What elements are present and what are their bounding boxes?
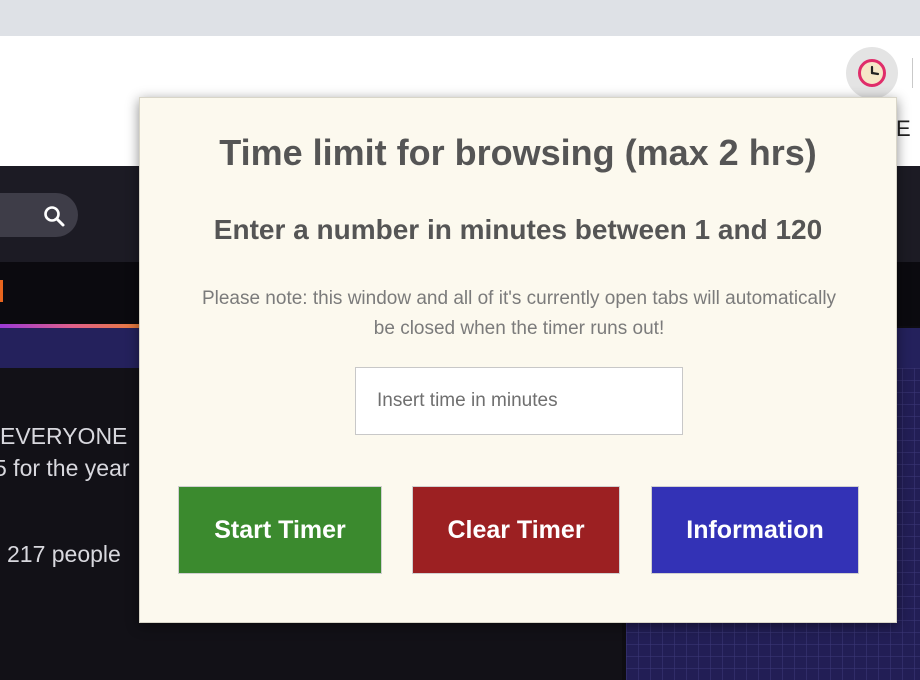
toolbar-partial-label: E xyxy=(896,116,911,141)
search-icon[interactable] xyxy=(42,204,66,233)
nav-active-marker xyxy=(0,280,3,302)
toolbar-divider xyxy=(912,58,913,88)
popup-subtitle: Enter a number in minutes between 1 and … xyxy=(213,214,823,245)
site-search-bar[interactable] xyxy=(0,193,78,237)
time-minutes-input[interactable] xyxy=(355,367,683,435)
background-text-line: EVERYONE xyxy=(0,423,128,449)
background-text-line: 217 people xyxy=(7,541,121,567)
clear-timer-button[interactable]: Clear Timer xyxy=(412,486,620,574)
popup-note: Please note: this window and all of it's… xyxy=(201,288,837,339)
clock-icon xyxy=(858,59,886,87)
information-button[interactable]: Information xyxy=(651,486,859,574)
extension-button[interactable] xyxy=(846,47,898,99)
timer-popup: Time limit for browsing (max 2 hrs) Ente… xyxy=(139,97,897,623)
start-timer-button[interactable]: Start Timer xyxy=(178,486,382,574)
background-text-line: 5 for the year xyxy=(0,455,130,481)
popup-title: Time limit for browsing (max 2 hrs) xyxy=(219,132,817,173)
browser-tab-strip xyxy=(0,0,920,36)
